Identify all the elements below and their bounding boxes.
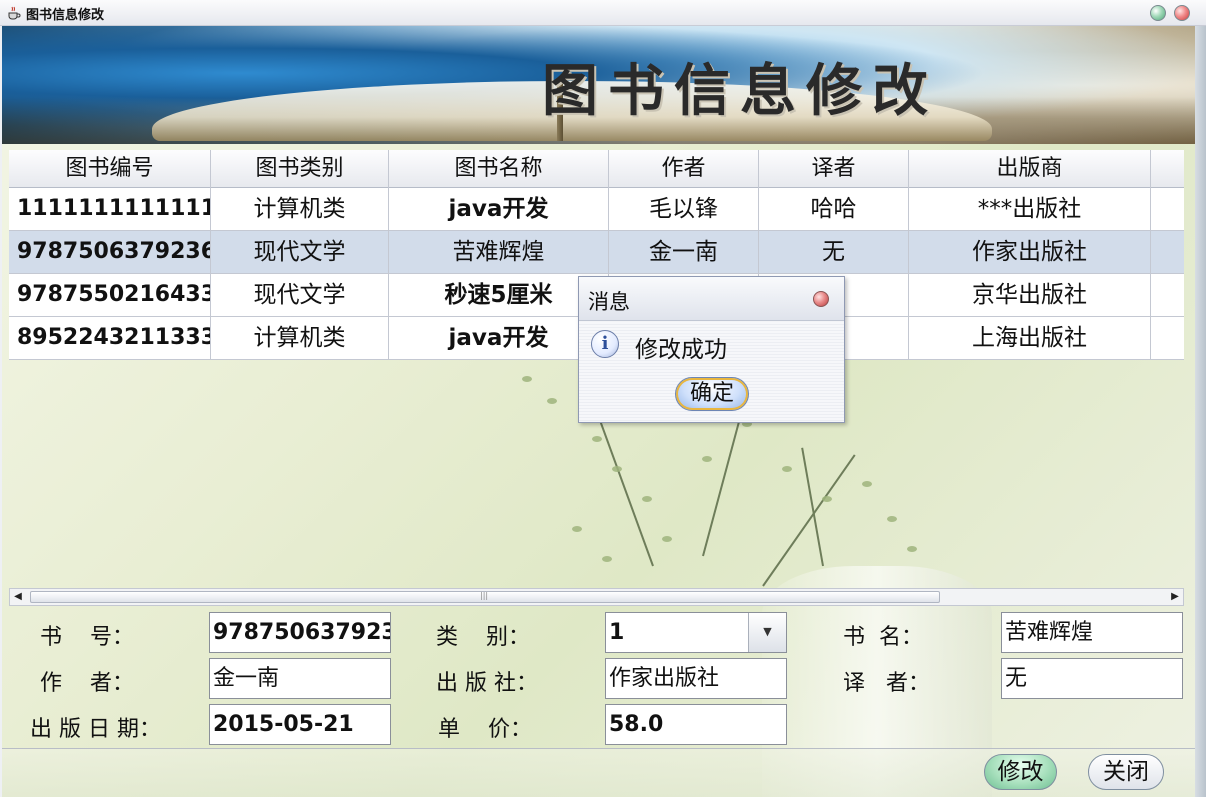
title-bar: 图书信息修改	[0, 0, 1206, 26]
translator-cell: 哈哈	[759, 188, 909, 230]
publisher-cell: 作家出版社	[909, 231, 1151, 273]
publish-date-field[interactable]: 2015-05-21	[209, 704, 391, 745]
scroll-left-icon[interactable]: ◀	[10, 589, 26, 605]
isbn-cell: 1111111111111	[9, 188, 211, 230]
java-coffee-cup-icon	[8, 6, 21, 20]
close-window-button[interactable]	[1174, 5, 1190, 21]
category-cell: 计算机类	[211, 188, 389, 230]
category-cell: 现代文学	[211, 231, 389, 273]
title-cell: java开发	[389, 188, 609, 230]
modify-button[interactable]: 修改	[984, 754, 1057, 790]
column-header[interactable]: 作者	[609, 150, 759, 188]
dialog-body: i 修改成功 确定	[579, 322, 844, 422]
close-button[interactable]: 关闭	[1088, 754, 1164, 790]
column-header[interactable]: 图书类别	[211, 150, 389, 188]
author-cell: 毛以锋	[609, 188, 759, 230]
message-dialog: 消息 i 修改成功 确定	[578, 276, 845, 423]
title-cell: 苦难辉煌	[389, 231, 609, 273]
horizontal-scrollbar[interactable]: ◀ ||| ▶	[9, 588, 1184, 606]
column-header[interactable]: 译者	[759, 150, 909, 188]
column-header[interactable]: 出版商	[909, 150, 1151, 188]
scroll-right-icon[interactable]: ▶	[1167, 589, 1183, 605]
author-field[interactable]: 金一南	[209, 658, 391, 699]
window-title: 图书信息修改	[26, 8, 105, 23]
author-label: 作 者：	[40, 671, 134, 696]
banner-heading: 图书信息修改	[542, 59, 938, 124]
banner-image: 图书信息修改	[2, 26, 1195, 144]
category-cell: 现代文学	[211, 274, 389, 316]
isbn-label: 书 号：	[40, 625, 134, 650]
table-header: 图书编号 图书类别 图书名称 作者 译者 出版商	[9, 150, 1184, 188]
dialog-title-bar[interactable]: 消息	[579, 277, 844, 321]
publisher-label: 出 版 社：	[436, 671, 538, 696]
info-icon: i	[591, 330, 619, 358]
category-select[interactable]: 1 ▼	[605, 612, 787, 653]
chevron-down-icon[interactable]: ▼	[748, 613, 786, 652]
category-label: 类 别：	[436, 625, 530, 650]
ok-button[interactable]: 确定	[675, 377, 749, 411]
translator-field[interactable]: 无	[1001, 658, 1183, 699]
publisher-cell: 上海出版社	[909, 317, 1151, 359]
publisher-field[interactable]: 作家出版社	[605, 658, 787, 699]
author-cell: 金一南	[609, 231, 759, 273]
book-name-field[interactable]: 苦难辉煌	[1001, 612, 1183, 653]
isbn-cell: 9787506379236	[9, 231, 211, 273]
isbn-cell: 8952243211333	[9, 317, 211, 359]
category-value: 1	[609, 620, 625, 645]
category-cell: 计算机类	[211, 317, 389, 359]
column-header[interactable]: 图书编号	[9, 150, 211, 188]
publish-date-label: 出 版 日 期：	[30, 717, 161, 742]
dialog-close-icon[interactable]	[813, 291, 829, 307]
table-row[interactable]: 1111111111111 计算机类 java开发 毛以锋 哈哈 ***出版社	[9, 188, 1184, 231]
publisher-cell: 京华出版社	[909, 274, 1151, 316]
title-cell: java开发	[389, 317, 609, 359]
dialog-message: 修改成功	[635, 337, 727, 363]
isbn-field[interactable]: 9787506379236	[209, 612, 391, 653]
isbn-cell: 9787550216433	[9, 274, 211, 316]
price-field[interactable]: 58.0	[605, 704, 787, 745]
minimize-button[interactable]	[1150, 5, 1166, 21]
translator-cell: 无	[759, 231, 909, 273]
translator-label: 译 者：	[843, 671, 930, 696]
dialog-title: 消息	[588, 290, 630, 314]
price-label: 单 价：	[438, 717, 532, 742]
column-header[interactable]: 图书名称	[389, 150, 609, 188]
title-cell: 秒速5厘米	[389, 274, 609, 316]
book-name-label: 书 名：	[843, 625, 923, 650]
table-row-selected[interactable]: 9787506379236 现代文学 苦难辉煌 金一南 无 作家出版社	[9, 231, 1184, 274]
publisher-cell: ***出版社	[909, 188, 1151, 230]
